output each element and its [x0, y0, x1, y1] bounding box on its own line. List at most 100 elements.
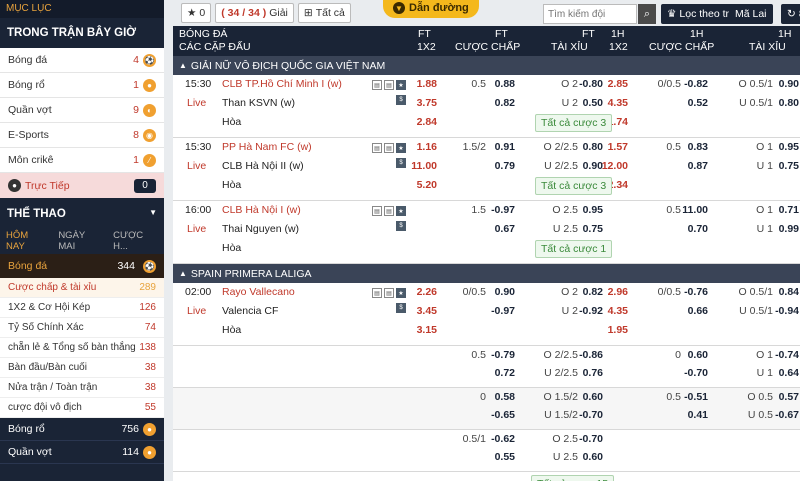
odds-cell[interactable]: 1.88	[405, 78, 437, 90]
odds-cell[interactable]: 3.75	[405, 97, 437, 109]
dollar-icon[interactable]: $	[396, 221, 406, 231]
odds-cell[interactable]: 0.64	[767, 367, 799, 379]
odds-cell[interactable]: 0.72	[483, 367, 515, 379]
tv-icon[interactable]: ▤	[384, 288, 394, 298]
odds-cell[interactable]: 0.76	[571, 367, 603, 379]
odds-cell[interactable]: 0.55	[483, 451, 515, 463]
live-item[interactable]: ● Trực Tiếp 0	[0, 173, 164, 198]
odds-cell[interactable]: 0.75	[571, 223, 603, 235]
odds-cell[interactable]: 2.26	[405, 286, 437, 298]
market-item[interactable]: Tỷ Số Chính Xác 74	[0, 318, 164, 338]
market-item[interactable]: Nửa trận / Toàn trận 38	[0, 378, 164, 398]
tv-icon[interactable]: ▤	[384, 143, 394, 153]
sidebar-category-football[interactable]: Bóng đá 344 ⚽	[0, 254, 164, 278]
odds-cell[interactable]: 3.15	[405, 324, 437, 336]
odds-cell[interactable]: -0.97	[483, 204, 515, 216]
odds-cell[interactable]: 0.90	[483, 286, 515, 298]
guide-button[interactable]: ▼ Dẫn đường	[383, 0, 479, 18]
stats-icon[interactable]: ▤	[372, 80, 382, 90]
odds-cell[interactable]: 0.99	[767, 223, 799, 235]
sidebar-sport[interactable]: Bóng rổ 756 ●	[0, 418, 164, 441]
league-header[interactable]: ▲ GIẢI NỮ VÔ ĐỊCH QUỐC GIA VIỆT NAM	[173, 56, 800, 75]
favorites-button[interactable]: ★ 0	[181, 3, 212, 23]
odds-cell[interactable]: -0.79	[483, 349, 515, 361]
odds-cell[interactable]: 0.83	[676, 141, 708, 153]
market-item[interactable]: Cược chấp & tài xỉu 289	[0, 278, 164, 298]
odds-cell[interactable]: 0.57	[767, 391, 799, 403]
odds-cell[interactable]: 0.60	[571, 391, 603, 403]
games-button[interactable]: ( 34 / 34 ) Giải	[215, 3, 294, 23]
all-button[interactable]: ⊞ Tất cả	[297, 3, 351, 23]
odds-cell[interactable]: 1.95	[596, 324, 628, 336]
odds-cell[interactable]: -0.76	[676, 286, 708, 298]
sidebar-tab[interactable]: CƯỢC H...	[113, 230, 158, 252]
odds-cell[interactable]: -0.70	[571, 409, 603, 421]
odds-cell[interactable]: 0.66	[676, 305, 708, 317]
odds-cell[interactable]: -0.97	[483, 305, 515, 317]
odds-cell[interactable]: 0.67	[483, 223, 515, 235]
stats-icon[interactable]: ▤	[372, 206, 382, 216]
odds-cell[interactable]: -0.65	[483, 409, 515, 421]
odds-cell[interactable]: -0.92	[571, 305, 603, 317]
odds-cell[interactable]: 3.45	[405, 305, 437, 317]
odds-cell[interactable]: -0.67	[767, 409, 799, 421]
league-header[interactable]: ▲ SPAIN PRIMERA LALIGA	[173, 264, 800, 283]
odds-cell[interactable]: 0.60	[571, 451, 603, 463]
market-item[interactable]: Bàn đầu/Bàn cuối 38	[0, 358, 164, 378]
all-bets-button[interactable]: Tất cả cược 15	[531, 475, 615, 481]
odds-cell[interactable]: 0.70	[676, 223, 708, 235]
chevron-down-icon[interactable]: ▼	[149, 208, 157, 218]
sidebar-item[interactable]: E-Sports 8 ◉	[0, 123, 164, 148]
odds-cell[interactable]: -0.82	[676, 78, 708, 90]
odds-cell[interactable]: 0.50	[571, 97, 603, 109]
sidebar-sport[interactable]: Quần vợt 114 ●	[0, 441, 164, 464]
search-button[interactable]: ⌕	[638, 4, 656, 24]
odds-cell[interactable]: 0.60	[676, 349, 708, 361]
odds-cell[interactable]: 0.90	[571, 160, 603, 172]
sidebar-item[interactable]: Bóng đá 4 ⚽	[0, 48, 164, 73]
odds-cell[interactable]: 0.84	[767, 286, 799, 298]
odds-cell[interactable]: 0.79	[483, 160, 515, 172]
odds-cell[interactable]: -0.70	[571, 433, 603, 445]
all-bets-button[interactable]: Tất cả cược 3	[535, 177, 613, 195]
tv-icon[interactable]: ▤	[384, 206, 394, 216]
odds-cell[interactable]: -0.86	[571, 349, 603, 361]
odds-cell[interactable]: 1.16	[405, 141, 437, 153]
odds-cell[interactable]: 0.88	[483, 78, 515, 90]
sidebar-item[interactable]: Quần vợt 9 ◐	[0, 98, 164, 123]
odds-cell[interactable]: 0.95	[767, 141, 799, 153]
market-item[interactable]: 1X2 & Cơ Hội Kép 126	[0, 298, 164, 318]
odds-cell[interactable]: -0.51	[676, 391, 708, 403]
odds-cell[interactable]: -0.62	[483, 433, 515, 445]
stats-icon[interactable]: ▤	[372, 143, 382, 153]
odds-cell[interactable]: 0.95	[571, 204, 603, 216]
region-button[interactable]: Mã Lai	[729, 4, 773, 24]
odds-cell[interactable]: 11.00	[676, 204, 708, 216]
odds-cell[interactable]: 0.52	[676, 97, 708, 109]
market-item[interactable]: cược đội vô địch 55	[0, 398, 164, 418]
odds-cell[interactable]: 0.87	[676, 160, 708, 172]
sidebar-item[interactable]: Bóng rổ 1 ●	[0, 73, 164, 98]
odds-cell[interactable]: 0.80	[571, 141, 603, 153]
star-icon[interactable]: ★	[396, 206, 406, 216]
refresh-button[interactable]: ↻85	[781, 4, 800, 24]
sidebar-tab[interactable]: NGÀY MAI	[58, 230, 102, 252]
odds-cell[interactable]: 0.75	[767, 160, 799, 172]
stats-icon[interactable]: ▤	[372, 288, 382, 298]
odds-cell[interactable]: 0.90	[767, 78, 799, 90]
sidebar-tab[interactable]: HÔM NAY	[6, 230, 47, 252]
odds-cell[interactable]: 0.80	[767, 97, 799, 109]
odds-cell[interactable]: 11.00	[405, 160, 437, 172]
all-bets-button[interactable]: Tất cả cược 1	[535, 240, 613, 258]
odds-cell[interactable]: 0.82	[571, 286, 603, 298]
market-item[interactable]: chẵn lẻ & Tổng số bàn thắng 138	[0, 338, 164, 358]
all-bets-button[interactable]: Tất cả cược 3	[535, 114, 613, 132]
odds-cell[interactable]: 0.41	[676, 409, 708, 421]
odds-cell[interactable]: 0.82	[483, 97, 515, 109]
odds-cell[interactable]: 0.91	[483, 141, 515, 153]
odds-cell[interactable]: -0.70	[676, 367, 708, 379]
odds-cell[interactable]: -0.74	[767, 349, 799, 361]
sidebar-item[interactable]: Môn crikê 1 ⁄	[0, 148, 164, 173]
odds-cell[interactable]: -0.94	[767, 305, 799, 317]
odds-cell[interactable]: -0.80	[571, 78, 603, 90]
